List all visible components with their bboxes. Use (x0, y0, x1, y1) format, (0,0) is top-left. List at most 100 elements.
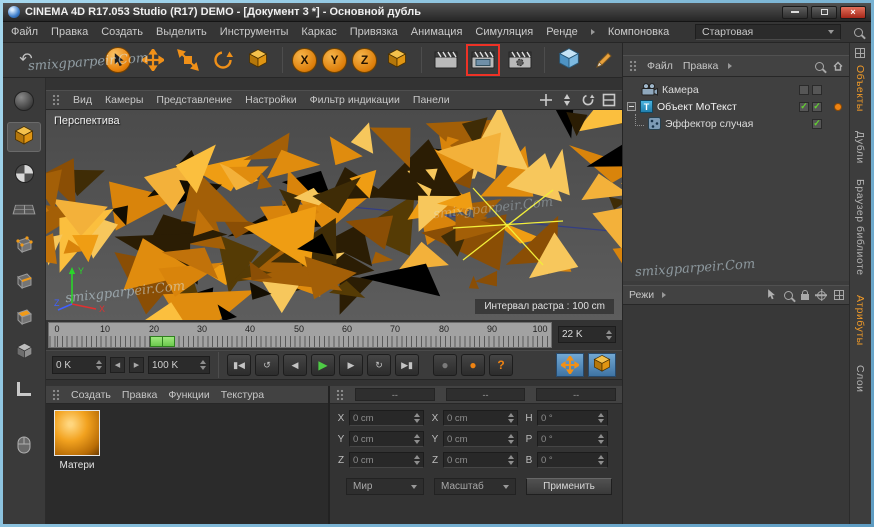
menu-overflow-chevron-icon[interactable] (590, 29, 595, 35)
current-frame-marker[interactable] (150, 336, 175, 347)
scale-x-field[interactable]: 0 cm (443, 410, 518, 426)
object-label[interactable]: Камера (662, 84, 699, 96)
help-button[interactable]: ? (489, 354, 513, 376)
lock-y-axis-button[interactable]: Y (322, 47, 347, 73)
layer-dot[interactable] (834, 102, 842, 111)
model-mode-button[interactable] (7, 122, 41, 152)
mouse-input-button[interactable] (7, 430, 41, 460)
viewport-menu-filter[interactable]: Фильтр индикации (310, 94, 400, 106)
record-button[interactable]: ● (461, 354, 485, 376)
pos-z-field[interactable]: 0 cm (349, 452, 424, 468)
om-menu-chevron-icon[interactable] (728, 63, 733, 69)
home-icon[interactable] (832, 60, 844, 72)
pan-view-icon[interactable] (539, 93, 553, 107)
coord-header-position[interactable]: -- (355, 388, 435, 401)
tab-objects[interactable]: Объекты (854, 65, 866, 112)
next-frame-button[interactable]: ▶ (339, 354, 363, 376)
scale-z-field[interactable]: 0 cm (443, 452, 518, 468)
materials-menu-texture[interactable]: Текстура (221, 389, 264, 401)
apply-button[interactable]: Применить (526, 478, 612, 495)
target-icon[interactable] (817, 290, 826, 300)
range-end-spinner[interactable] (197, 360, 206, 370)
prev-marker-button[interactable]: ◀ (110, 357, 125, 373)
prev-frame-button[interactable]: ◀ (283, 354, 307, 376)
am-menu-mode[interactable]: Режи (629, 289, 654, 301)
am-cursor-icon[interactable] (766, 289, 776, 301)
range-start-field[interactable]: 0 K (52, 356, 106, 374)
materials-menu-create[interactable]: Создать (71, 389, 111, 401)
coordinate-system-button[interactable] (382, 45, 412, 75)
tab-attributes[interactable]: Атрибуты (854, 295, 866, 346)
add-cube-object-button[interactable] (554, 45, 584, 75)
tab-browser[interactable]: Браузер библиоте (854, 179, 866, 276)
spinner[interactable] (411, 413, 420, 423)
material-thumbnail[interactable] (54, 410, 100, 456)
menu-render[interactable]: Ренде (546, 26, 578, 38)
spinner[interactable] (505, 434, 514, 444)
viewport-menu-cameras[interactable]: Камеры (105, 94, 143, 106)
material-name[interactable]: Матери (48, 460, 106, 471)
rotate-tool-button[interactable] (208, 45, 238, 75)
current-frame-field[interactable]: 22 K (558, 326, 616, 343)
autokey-position-button[interactable] (556, 353, 584, 377)
move-tool-button[interactable] (138, 45, 168, 75)
spinner[interactable] (595, 434, 604, 444)
am-menu-chevron-icon[interactable] (662, 292, 667, 298)
camera-view-label[interactable]: Перспектива (54, 115, 120, 127)
autokey-parameter-button[interactable] (588, 353, 616, 377)
next-key-button[interactable]: ↻ (367, 354, 391, 376)
range-end-field[interactable]: 100 K (148, 356, 210, 374)
om-menu-edit[interactable]: Правка (683, 60, 718, 72)
materials-menu-function[interactable]: Функции (168, 389, 209, 401)
panel-grip-icon[interactable] (52, 94, 60, 106)
enabled-check[interactable]: ✓ (799, 101, 809, 112)
animation-mode-button[interactable] (7, 338, 41, 368)
object-label[interactable]: Объект МоТекст (657, 101, 737, 113)
spinner[interactable] (411, 455, 420, 465)
spinner[interactable] (595, 413, 604, 423)
prev-key-button[interactable]: ↺ (255, 354, 279, 376)
coord-header-scale[interactable]: -- (445, 388, 526, 401)
titlebar[interactable]: CINEMA 4D R17.053 Studio (R17) DEMO - [Д… (3, 3, 871, 22)
spinner[interactable] (505, 413, 514, 423)
layout-preset-dropdown[interactable]: Стартовая (695, 24, 841, 40)
menu-simulate[interactable]: Симуляция (475, 26, 533, 38)
lock-z-axis-button[interactable]: Z (352, 47, 377, 73)
points-mode-button[interactable] (7, 230, 41, 260)
object-row-motext[interactable]: T Объект МоТекст ✓ ✓ (623, 98, 850, 115)
play-button[interactable]: ▶ (311, 354, 335, 376)
enable-axis-button[interactable] (7, 374, 41, 404)
zoom-view-icon[interactable] (560, 93, 574, 107)
menu-tools[interactable]: Инструменты (220, 26, 289, 38)
spinner[interactable] (411, 434, 420, 444)
object-row-effector[interactable]: Эффектор случая ✓ (623, 113, 850, 132)
tab-layers[interactable]: Слои (854, 365, 866, 393)
collapse-icon[interactable] (627, 102, 636, 111)
toggle-views-icon[interactable] (602, 93, 616, 107)
rot-b-field[interactable]: 0 ° (537, 452, 608, 468)
am-search-icon[interactable] (784, 290, 793, 300)
undo-button[interactable]: ↶ (11, 45, 41, 75)
menu-file[interactable]: Файл (11, 26, 38, 38)
menu-select[interactable]: Выделить (156, 26, 207, 38)
live-selection-button[interactable] (103, 45, 133, 75)
enabled-check[interactable]: ✓ (812, 118, 822, 129)
orbit-view-icon[interactable] (581, 93, 595, 107)
render-view-button[interactable] (431, 45, 461, 75)
materials-menu-edit[interactable]: Правка (122, 389, 157, 401)
enabled-check[interactable]: ✓ (812, 101, 822, 112)
menu-snap[interactable]: Привязка (350, 26, 398, 38)
lock-icon[interactable] (801, 290, 809, 300)
pos-x-field[interactable]: 0 cm (349, 410, 424, 426)
viewport-menu-options[interactable]: Настройки (245, 94, 297, 106)
range-start-spinner[interactable] (93, 360, 102, 370)
viewport-canvas[interactable]: Перспектива Интервал растра : 100 cm Y X… (46, 110, 622, 320)
coord-header-rotation[interactable]: -- (536, 388, 617, 401)
menu-mesh[interactable]: Каркас (301, 26, 336, 38)
coord-mode-dropdown[interactable]: Масштаб (434, 478, 516, 495)
search-icon[interactable] (854, 27, 863, 37)
scale-y-field[interactable]: 0 cm (443, 431, 518, 447)
om-search-icon[interactable] (815, 61, 824, 71)
om-menu-file[interactable]: Файл (647, 60, 673, 72)
spinner[interactable] (595, 455, 604, 465)
